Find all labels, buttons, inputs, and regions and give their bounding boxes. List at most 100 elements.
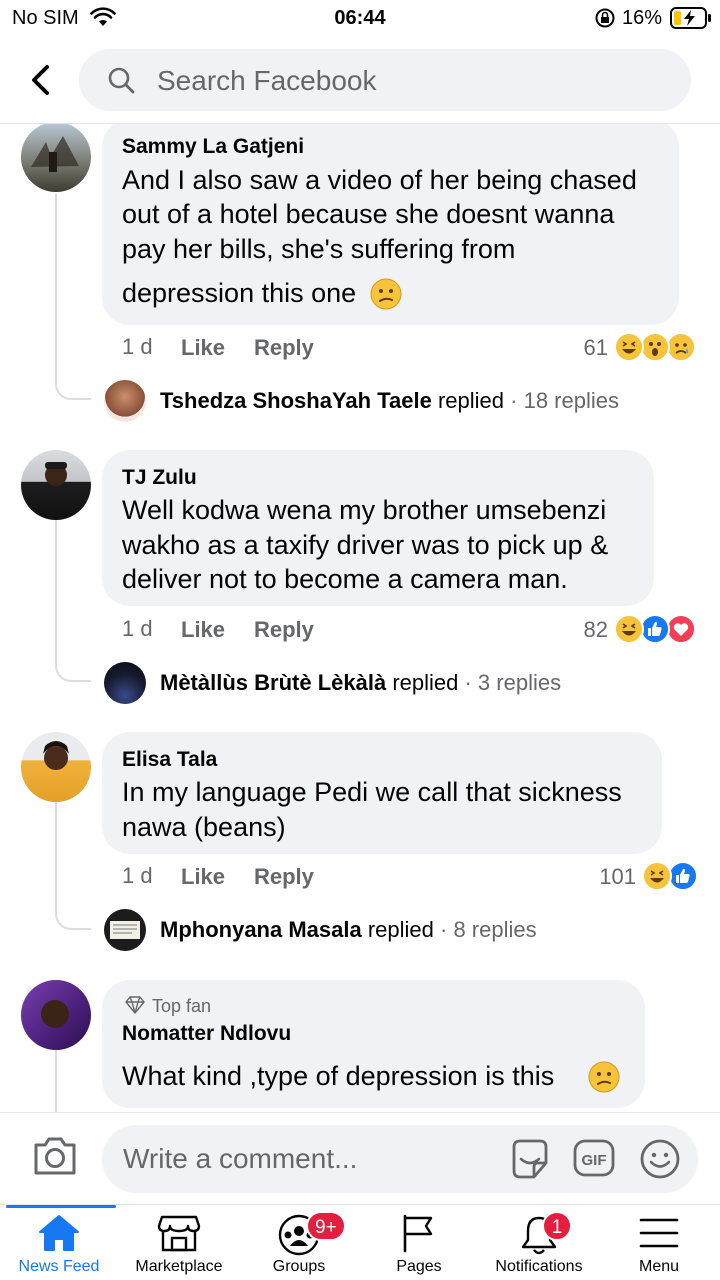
like-reaction-icon	[668, 861, 698, 891]
tab-label: Menu	[638, 1258, 680, 1275]
haha-reaction-icon	[614, 332, 644, 362]
notifications-badge: 1	[542, 1211, 572, 1241]
tab-menu[interactable]: Menu	[600, 1205, 718, 1280]
reaction-icons[interactable]	[614, 614, 702, 644]
back-button[interactable]	[24, 62, 60, 98]
reaction-count[interactable]: 82	[548, 617, 608, 643]
thread-connector	[55, 194, 91, 400]
comment-text: Well kodwa wena my brother umsebenzi	[122, 495, 607, 525]
thread-connector	[55, 520, 91, 682]
comment-text: depression this one	[122, 278, 357, 308]
wow-reaction-icon	[640, 332, 670, 362]
comment-author[interactable]: Sammy La Gatjeni	[122, 135, 304, 159]
top-fan-badge: Top fan	[152, 996, 212, 1016]
comment-time: 1 d	[122, 334, 153, 359]
menu-icon	[639, 1218, 679, 1248]
replier-name: Mphonyana Masala	[160, 917, 362, 942]
battery-icon	[670, 7, 712, 34]
reply-button[interactable]: Reply	[254, 335, 314, 361]
avatar[interactable]	[21, 980, 91, 1050]
comment-text: nawa (beans)	[122, 812, 286, 842]
confused-emoji-icon	[370, 278, 402, 315]
replied-label: replied	[367, 917, 434, 942]
avatar[interactable]	[21, 450, 91, 520]
reply-button[interactable]: Reply	[254, 617, 314, 643]
tab-label: News Feed	[18, 1258, 100, 1275]
replied-label: replied	[437, 388, 505, 413]
comment-author[interactable]: Elisa Tala	[122, 748, 217, 772]
emoji-icon[interactable]	[638, 1137, 682, 1186]
replier-name: Tshedza ShoshaYah Taele	[160, 388, 432, 413]
battery-percent: 16%	[622, 7, 663, 29]
search-placeholder: Search Facebook	[157, 65, 377, 96]
reaction-icons[interactable]	[614, 332, 702, 362]
haha-reaction-icon	[642, 861, 672, 891]
sad-reaction-icon	[666, 332, 696, 362]
comment-text: And I also saw a video of her being chas…	[122, 165, 637, 195]
gif-label: GIF	[582, 1152, 607, 1169]
view-replies-link[interactable]: Mphonyana Masala replied · 8 replies	[160, 917, 537, 943]
confused-emoji-icon	[588, 1061, 620, 1098]
comment-input[interactable]: Write a comment... GIF	[102, 1125, 698, 1193]
view-replies-link[interactable]: Mètàllùs Brùtè Lèkàlà replied · 3 replie…	[160, 670, 561, 696]
back-arrow-icon	[32, 65, 49, 95]
view-replies-link[interactable]: Tshedza ShoshaYah Taele replied · 18 rep…	[160, 388, 619, 414]
comment-time: 1 d	[122, 863, 153, 888]
top-fan-diamond-icon	[124, 996, 146, 1019]
top-bar: Search Facebook	[0, 40, 720, 124]
comment-text: What kind ,type of depression is this	[122, 1061, 555, 1091]
haha-reaction-icon	[614, 614, 644, 644]
tab-news-feed[interactable]: News Feed	[0, 1205, 118, 1280]
avatar[interactable]	[104, 909, 146, 951]
love-reaction-icon	[666, 614, 696, 644]
replied-label: replied	[392, 670, 459, 695]
tab-label: Marketplace	[135, 1258, 223, 1275]
comment-text: pay her bills, she's suffering from	[122, 234, 516, 264]
groups-badge: 9+	[306, 1211, 346, 1241]
comment-text: wakho as a taxify driver was to pick up …	[122, 530, 609, 560]
reaction-count[interactable]: 101	[576, 864, 636, 890]
like-button[interactable]: Like	[181, 617, 225, 643]
gif-icon[interactable]: GIF	[572, 1137, 616, 1186]
search-icon	[107, 66, 135, 99]
comment-text: out of a hotel because she doesnt wanna	[122, 199, 615, 229]
like-button[interactable]: Like	[181, 335, 225, 361]
reaction-icons[interactable]	[642, 861, 702, 891]
thread-connector	[55, 802, 91, 930]
tab-notifications[interactable]: 1 Notifications	[480, 1205, 598, 1280]
tab-groups[interactable]: 9+ Groups	[240, 1205, 358, 1280]
reply-count: · 8 replies	[440, 917, 537, 942]
tab-label: Pages	[396, 1258, 442, 1275]
pages-icon	[403, 1214, 433, 1253]
avatar[interactable]	[21, 124, 91, 192]
reply-count: · 18 replies	[510, 388, 619, 413]
avatar[interactable]	[104, 380, 146, 422]
comment-time: 1 d	[122, 616, 153, 641]
search-input[interactable]: Search Facebook	[79, 49, 691, 111]
comment-text: deliver not to become a camera man.	[122, 564, 568, 594]
comment-author[interactable]: Nomatter Ndlovu	[122, 1022, 291, 1046]
home-icon	[39, 1215, 79, 1251]
tab-pages[interactable]: Pages	[360, 1205, 478, 1280]
replier-name: Mètàllùs Brùtè Lèkàlà	[160, 670, 387, 695]
comment-author[interactable]: TJ Zulu	[122, 466, 197, 490]
avatar[interactable]	[21, 732, 91, 802]
marketplace-icon	[157, 1215, 201, 1252]
tab-label: Notifications	[495, 1258, 583, 1275]
tab-label: Groups	[272, 1258, 326, 1275]
camera-icon[interactable]	[32, 1135, 78, 1182]
bottom-tab-bar: News Feed Marketplace 9+ Groups Pages 1 …	[0, 1204, 720, 1280]
avatar[interactable]	[104, 662, 146, 704]
sticker-icon[interactable]	[508, 1137, 552, 1186]
thread-connector	[55, 1050, 57, 1112]
reply-button[interactable]: Reply	[254, 864, 314, 890]
like-reaction-icon	[640, 614, 670, 644]
reaction-count[interactable]: 61	[548, 335, 608, 361]
comment-text: In my language Pedi we call that sicknes…	[122, 777, 622, 807]
like-button[interactable]: Like	[181, 864, 225, 890]
reply-count: · 3 replies	[464, 670, 562, 695]
comment-composer: Write a comment... GIF	[0, 1112, 720, 1204]
tab-marketplace[interactable]: Marketplace	[120, 1205, 238, 1280]
rotation-lock-icon	[594, 6, 616, 35]
comments-list: Sammy La Gatjeni And I also saw a video …	[0, 124, 720, 1112]
